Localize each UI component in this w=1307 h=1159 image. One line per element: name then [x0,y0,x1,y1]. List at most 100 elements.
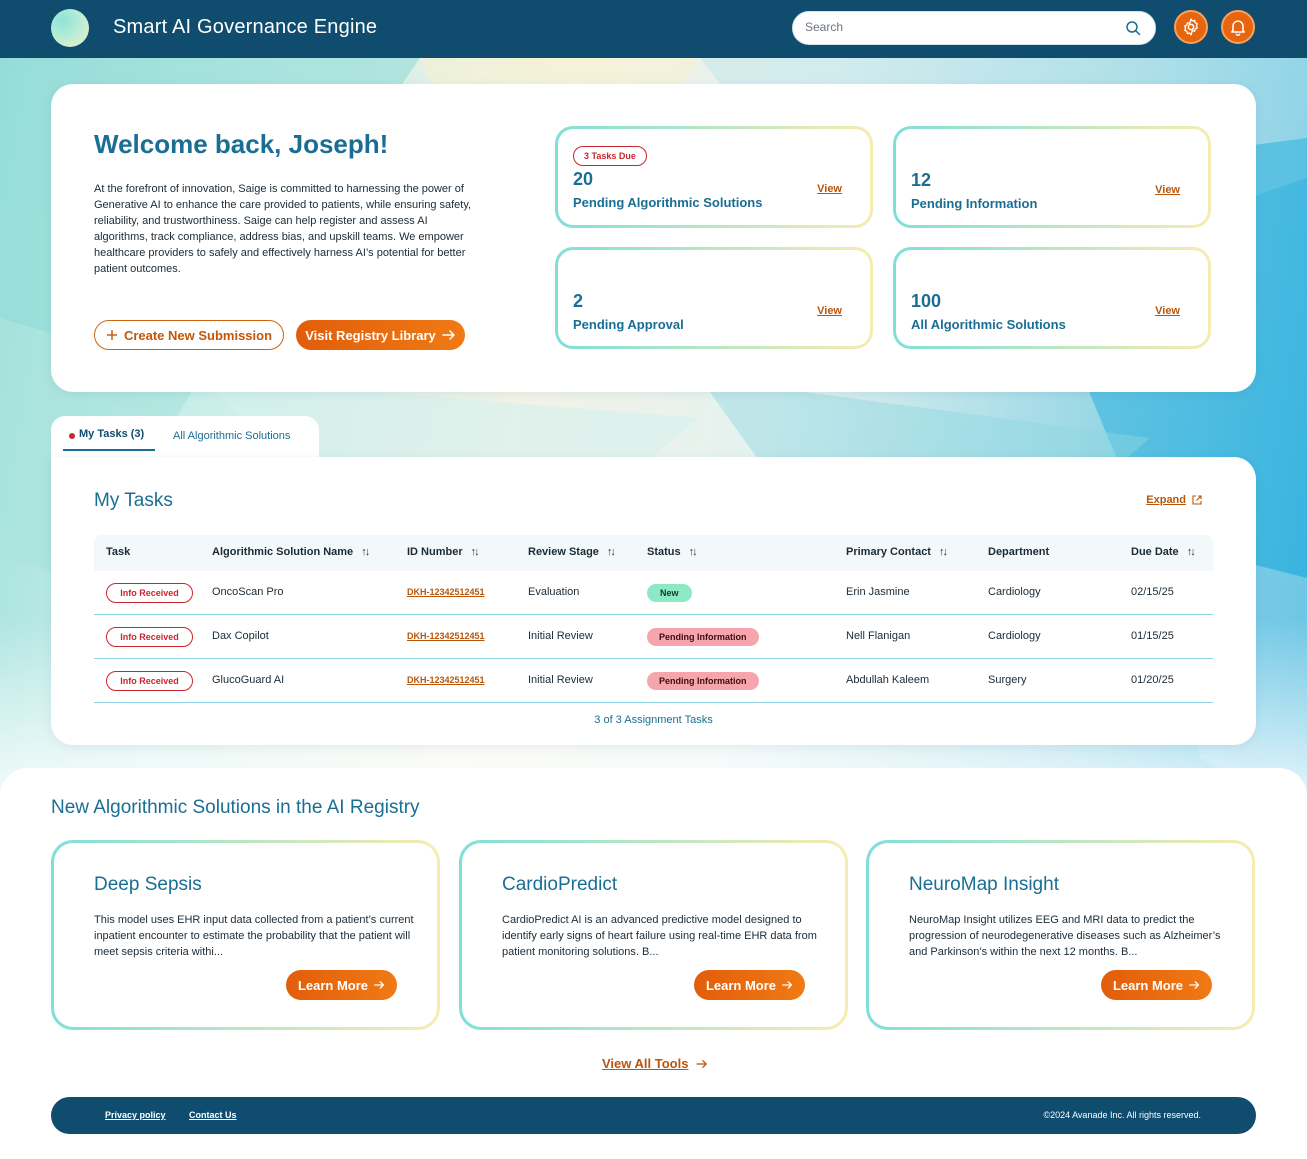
welcome-body: At the forefront of innovation, Saige is… [94,183,472,275]
plus-icon [106,330,117,340]
page-footer: Privacy policy Contact Us ©2024 Avanade … [51,1097,1256,1134]
app-title: Smart AI Governance Engine [113,16,378,38]
id-link[interactable]: DKH-12342512451 [407,587,485,597]
sort-icon[interactable]: ↑↓ [939,546,948,558]
solution-card-description: NeuroMap Insight utilizes EEG and MRI da… [909,914,1221,958]
due-date: 01/20/25 [1131,674,1174,686]
status-badge: Pending Information [647,672,759,690]
solution-card-title: Deep Sepsis [94,874,202,895]
column-header-id[interactable]: ID Number ↑↓ [407,546,480,558]
table-header: Task Algorithmic Solution Name ↑↓ ID Numb… [94,535,1213,571]
table-row[interactable]: Info Received GlucoGuard AI DKH-12342512… [94,659,1213,703]
stat-card-all-solutions[interactable]: 100 All Algorithmic Solutions View [893,247,1211,349]
id-link[interactable]: DKH-12342512451 [407,675,485,685]
alert-dot-icon [69,433,75,439]
stat-value: 20 [573,169,594,189]
visit-registry-button[interactable]: Visit Registry Library [296,320,465,350]
stat-view-link[interactable]: View [1155,305,1180,317]
learn-more-button[interactable]: Learn More [694,970,805,1000]
learn-more-label: Learn More [705,977,777,993]
learn-more-label: Learn More [297,977,369,993]
column-header-name[interactable]: Algorithmic Solution Name ↑↓ [212,546,370,558]
solution-card-cardiopredict: CardioPredict CardioPredict AI is an adv… [459,840,848,1030]
table-footer-count: 3 of 3 Assignment Tasks [594,714,713,726]
column-header-contact[interactable]: Primary Contact ↑↓ [846,546,948,558]
tab-my-tasks[interactable]: My Tasks (3) [63,428,155,451]
create-submission-button[interactable]: Create New Submission [94,320,284,350]
expand-link[interactable]: Expand [1146,494,1202,506]
view-all-tools-link[interactable]: View All Tools [602,1056,708,1071]
solution-card-title: NeuroMap Insight [909,874,1059,895]
department: Cardiology [988,630,1041,642]
bell-icon [1231,20,1245,37]
welcome-card: Welcome back, Joseph! At the forefront o… [51,84,1256,392]
search-box[interactable] [792,11,1156,45]
arrow-right-icon [696,1059,708,1068]
stat-card-pending-approval[interactable]: 2 Pending Approval View [555,247,873,349]
learn-more-button[interactable]: Learn More [286,970,397,1000]
expand-label: Expand [1146,494,1186,506]
learn-more-button[interactable]: Learn More [1101,970,1212,1000]
primary-contact: Abdullah Kaleem [846,674,930,686]
arrow-right-icon [782,981,793,989]
stat-value: 100 [911,291,942,311]
solution-card-title: CardioPredict [502,874,618,895]
privacy-policy-link[interactable]: Privacy policy [105,1110,166,1120]
solution-card-neuromap: NeuroMap Insight NeuroMap Insight utiliz… [866,840,1255,1030]
stat-view-link[interactable]: View [817,305,842,317]
tasks-table: Task Algorithmic Solution Name ↑↓ ID Numb… [94,535,1213,703]
stat-label: All Algorithmic Solutions [911,317,1066,332]
app-logo[interactable] [51,9,89,47]
search-icon[interactable] [1125,20,1141,36]
due-date: 01/15/25 [1131,630,1174,642]
column-header-stage[interactable]: Review Stage ↑↓ [528,546,616,558]
column-header-due-date[interactable]: Due Date ↑↓ [1131,546,1196,558]
arrow-right-icon [1189,981,1200,989]
stat-view-link[interactable]: View [817,183,842,195]
review-stage: Initial Review [528,674,593,686]
sort-icon[interactable]: ↑↓ [471,546,480,558]
stat-card-pending-solutions[interactable]: 3 Tasks Due 20 Pending Algorithmic Solut… [555,126,873,228]
tasks-due-badge: 3 Tasks Due [573,146,647,166]
tab-all-solutions[interactable]: All Algorithmic Solutions [173,430,290,442]
sort-icon[interactable]: ↑↓ [607,546,616,558]
registry-title: New Algorithmic Solutions in the AI Regi… [51,797,420,818]
learn-more-label: Learn More [1112,977,1184,993]
welcome-heading: Welcome back, Joseph! [94,129,389,159]
status-badge: Pending Information [647,628,759,646]
notifications-button[interactable] [1221,10,1255,44]
solution-card-description: CardioPredict AI is an advanced predicti… [502,914,817,958]
sort-icon[interactable]: ↑↓ [361,546,370,558]
solution-name: GlucoGuard AI [212,674,285,686]
stat-card-pending-information[interactable]: 12 Pending Information View [893,126,1211,228]
column-header-status[interactable]: Status ↑↓ [647,546,698,558]
stat-view-link[interactable]: View [1155,184,1180,196]
review-stage: Initial Review [528,630,593,642]
settings-button[interactable] [1174,10,1208,44]
sort-icon[interactable]: ↑↓ [1187,546,1196,558]
stat-label: Pending Algorithmic Solutions [573,195,763,210]
solution-name: OncoScan Pro [212,586,284,598]
stat-label: Pending Information [911,196,1038,211]
top-header: Smart AI Governance Engine [0,0,1307,58]
task-badge: Info Received [106,627,193,647]
my-tasks-title: My Tasks [94,490,173,511]
table-row[interactable]: Info Received Dax Copilot DKH-1234251245… [94,615,1213,659]
id-link[interactable]: DKH-12342512451 [407,631,485,641]
sort-icon[interactable]: ↑↓ [689,546,698,558]
primary-contact: Nell Flanigan [846,630,911,642]
stat-value: 2 [573,291,584,311]
stat-label: Pending Approval [573,317,684,332]
department: Surgery [988,674,1027,686]
primary-contact: Erin Jasmine [846,586,910,598]
table-row[interactable]: Info Received OncoScan Pro DKH-123425124… [94,571,1213,615]
review-stage: Evaluation [528,586,580,598]
search-input[interactable] [805,20,1105,34]
due-date: 02/15/25 [1131,586,1174,598]
task-badge: Info Received [106,671,193,691]
solution-card-deep-sepsis: Deep Sepsis This model uses EHR input da… [51,840,440,1030]
contact-us-link[interactable]: Contact Us [189,1110,237,1120]
status-badge: New [647,584,692,602]
stat-value: 12 [911,170,932,190]
column-header-task: Task [106,546,131,558]
